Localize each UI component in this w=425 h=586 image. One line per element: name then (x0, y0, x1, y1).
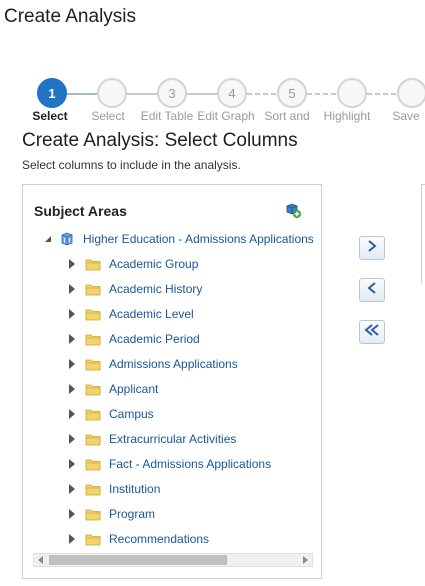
tree-folder-row[interactable]: Academic History (67, 279, 202, 299)
horizontal-scrollbar[interactable] (33, 553, 313, 567)
scrollbar-thumb[interactable] (49, 555, 227, 565)
subject-areas-panel: Subject Areas Higher Education - Admissi… (22, 184, 322, 579)
triangle-right-icon[interactable] (67, 434, 77, 444)
tree-root-row[interactable]: Higher Education - Admissions Applicatio… (43, 229, 314, 249)
tree-folder-label: Academic History (109, 282, 203, 296)
section-subtitle: Select columns to include in the analysi… (22, 158, 241, 172)
page-title: Create Analysis (4, 6, 137, 27)
scroll-left-icon[interactable] (34, 554, 48, 566)
add-subject-area-icon[interactable] (285, 202, 301, 218)
triangle-right-icon[interactable] (67, 359, 77, 369)
train-step-label-6: Highlight (323, 109, 371, 123)
train-connector (127, 93, 157, 95)
tree-folder-row[interactable]: Recommendations (67, 529, 209, 549)
train-step-6[interactable] (337, 78, 367, 108)
train-step-7[interactable] (397, 78, 425, 108)
triangle-right-icon[interactable] (67, 484, 77, 494)
train-step-label-1: Select (32, 109, 68, 123)
tree-folder-label: Institution (109, 482, 161, 496)
folder-icon (85, 508, 101, 521)
tree-folder-row[interactable]: Institution (67, 479, 160, 499)
tree-folder-row[interactable]: Program (67, 504, 155, 524)
tree-folder-label: Applicant (109, 382, 159, 396)
tree-folder-row[interactable]: Academic Level (67, 304, 194, 324)
triangle-right-icon[interactable] (67, 509, 77, 519)
folder-icon (85, 258, 101, 271)
add-column-button[interactable] (359, 236, 385, 260)
tree-folder-label: Recommendations (109, 532, 210, 546)
chevron-left-icon (367, 281, 377, 299)
train-step-label-4: Edit Graph (197, 109, 255, 123)
train-connector (367, 93, 397, 95)
tree-folder-label: Academic Period (109, 332, 200, 346)
tree-folder-label: Extracurricular Activities (109, 432, 237, 446)
section-title: Create Analysis: Select Columns (22, 130, 298, 151)
triangle-right-icon[interactable] (67, 284, 77, 294)
subject-areas-header: Subject Areas (34, 203, 127, 219)
train-connector (67, 93, 97, 95)
selected-columns-panel-edge (421, 184, 425, 284)
chevron-right-icon (367, 239, 377, 257)
folder-icon (85, 458, 101, 471)
folder-icon (85, 358, 101, 371)
triangle-right-icon[interactable] (67, 384, 77, 394)
scroll-right-icon[interactable] (298, 554, 312, 566)
tree-folder-label: Academic Level (109, 307, 194, 321)
triangle-right-icon[interactable] (67, 459, 77, 469)
folder-icon (85, 533, 101, 546)
tree-folder-row[interactable]: Fact - Admissions Applications (67, 454, 271, 474)
triangle-right-icon[interactable] (67, 309, 77, 319)
triangle-right-icon[interactable] (67, 409, 77, 419)
triangle-right-icon[interactable] (67, 534, 77, 544)
train-step-3[interactable]: 3 (157, 78, 187, 108)
wizard-train: 1 3 4 5 Select Select Edit Table Edit Gr… (0, 78, 425, 124)
train-step-label-3: Edit Table (140, 109, 194, 123)
cube-icon (59, 232, 75, 246)
folder-icon (85, 333, 101, 346)
train-step-label-5: Sort and (264, 109, 310, 123)
folder-icon (85, 433, 101, 446)
tree-folder-label: Program (109, 507, 156, 521)
train-step-1[interactable]: 1 (37, 78, 67, 108)
tree-folder-row[interactable]: Academic Period (67, 329, 200, 349)
train-step-label-7: Save (392, 109, 420, 123)
train-step-5[interactable]: 5 (277, 78, 307, 108)
tree-folder-row[interactable]: Campus (67, 404, 154, 424)
double-chevron-left-icon (364, 323, 380, 341)
tree-folder-label: Campus (109, 407, 154, 421)
train-step-4[interactable]: 4 (217, 78, 247, 108)
tree-root-label: Higher Education - Admissions Applicatio… (83, 232, 314, 246)
folder-icon (85, 383, 101, 396)
triangle-right-icon[interactable] (67, 259, 77, 269)
train-connector (247, 93, 277, 95)
tree-folder-row[interactable]: Academic Group (67, 254, 198, 274)
remove-all-columns-button[interactable] (359, 320, 385, 344)
triangle-down-icon[interactable] (43, 234, 53, 244)
tree-folder-label: Academic Group (109, 257, 199, 271)
folder-icon (85, 483, 101, 496)
remove-column-button[interactable] (359, 278, 385, 302)
train-step-label-2: Select (91, 109, 125, 123)
folder-icon (85, 308, 101, 321)
train-step-2[interactable] (97, 78, 127, 108)
folder-icon (85, 408, 101, 421)
train-connector (187, 93, 217, 95)
tree-folder-row[interactable]: Extracurricular Activities (67, 429, 236, 449)
folder-icon (85, 283, 101, 296)
tree-folder-row[interactable]: Applicant (67, 379, 158, 399)
tree-folder-label: Fact - Admissions Applications (109, 457, 272, 471)
tree-folder-row[interactable]: Admissions Applications (67, 354, 238, 374)
train-connector (307, 93, 337, 95)
triangle-right-icon[interactable] (67, 334, 77, 344)
tree-folder-label: Admissions Applications (109, 357, 238, 371)
